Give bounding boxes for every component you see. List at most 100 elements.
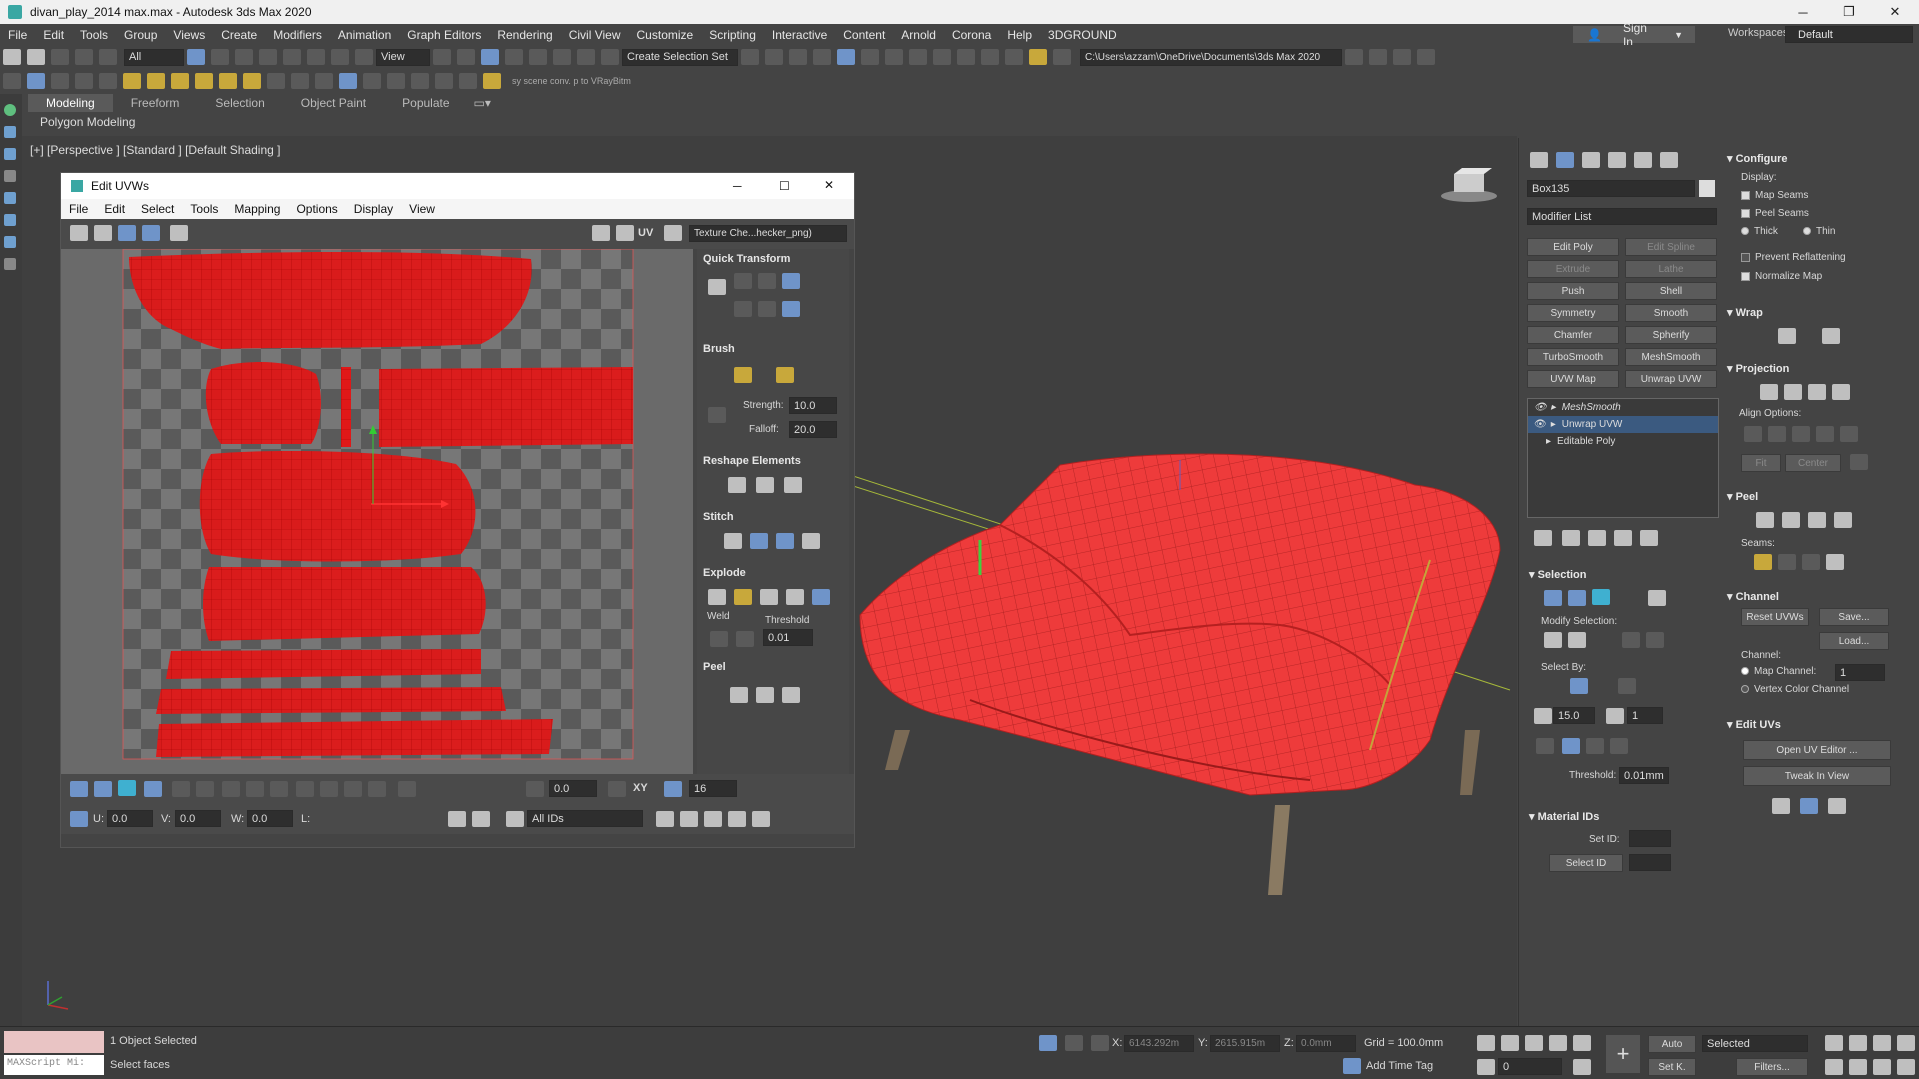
schematic-view-icon[interactable] bbox=[885, 49, 903, 65]
percent-snap-icon[interactable] bbox=[553, 49, 571, 65]
key-filter-dropdown[interactable]: Selected bbox=[1702, 1035, 1808, 1052]
space-horizontal-icon[interactable] bbox=[734, 301, 752, 317]
straighten-icon[interactable] bbox=[728, 477, 746, 493]
material-icon[interactable] bbox=[339, 73, 357, 89]
w-spinner[interactable]: 0.0 bbox=[247, 810, 293, 827]
grow-selection-icon[interactable] bbox=[172, 781, 190, 797]
strip-layer-icon[interactable] bbox=[4, 170, 16, 182]
shrink-icon[interactable] bbox=[1568, 632, 1586, 648]
mod-spherify-button[interactable]: Spherify bbox=[1625, 326, 1717, 344]
window-crossing-icon[interactable] bbox=[259, 49, 277, 65]
curve-editor-icon[interactable] bbox=[861, 49, 879, 65]
v-spinner[interactable]: 0.0 bbox=[175, 810, 221, 827]
uvw-menu-mapping[interactable]: Mapping bbox=[226, 202, 288, 216]
modify-panel-icon[interactable] bbox=[1556, 152, 1574, 168]
box-map-icon[interactable] bbox=[1832, 384, 1850, 400]
mod-lathe-button[interactable]: Lathe bbox=[1625, 260, 1717, 278]
planar-angle-icon[interactable] bbox=[1534, 708, 1552, 724]
menu-edit[interactable]: Edit bbox=[35, 28, 72, 42]
ring-select-icon[interactable] bbox=[1622, 632, 1640, 648]
object-color-swatch[interactable] bbox=[1699, 180, 1715, 197]
select-id-button[interactable]: Select ID bbox=[1549, 854, 1623, 872]
polygon-modeling-panel[interactable]: Polygon Modeling bbox=[28, 112, 1508, 132]
menu-scripting[interactable]: Scripting bbox=[701, 28, 764, 42]
uvw-show-map-icon[interactable] bbox=[616, 225, 634, 241]
flatten-icon[interactable] bbox=[734, 589, 752, 605]
convert-edge-seams-icon[interactable] bbox=[1802, 554, 1820, 570]
zoom-region-icon[interactable] bbox=[704, 811, 722, 827]
grid-snap-icon[interactable] bbox=[664, 781, 682, 797]
uvw-menu-edit[interactable]: Edit bbox=[96, 202, 133, 216]
menu-file[interactable]: File bbox=[0, 28, 35, 42]
peel-mode-icon[interactable] bbox=[756, 687, 774, 703]
sofa-3d-model[interactable] bbox=[850, 430, 1520, 910]
strip-light-icon[interactable] bbox=[4, 214, 16, 226]
snaps-toggle-icon[interactable] bbox=[505, 49, 523, 65]
explode-rollout[interactable]: Explode bbox=[703, 567, 746, 579]
modifier-icon[interactable] bbox=[363, 73, 381, 89]
uvw-options-icon[interactable] bbox=[664, 225, 682, 241]
uvw-menu-options[interactable]: Options bbox=[288, 202, 345, 216]
uvw-canvas[interactable] bbox=[61, 248, 693, 774]
lock-icon[interactable] bbox=[448, 811, 466, 827]
xy-toggle[interactable]: XY bbox=[633, 782, 648, 794]
spinner-snap-icon[interactable] bbox=[577, 49, 595, 65]
eye-icon[interactable]: 👁 bbox=[1534, 402, 1547, 413]
goto-end-icon[interactable] bbox=[1573, 1035, 1591, 1051]
maximize-button[interactable]: ❐ bbox=[1826, 0, 1872, 24]
select-manipulate-icon[interactable] bbox=[457, 49, 475, 65]
menu-tools[interactable]: Tools bbox=[72, 28, 116, 42]
peel-reset-panel-icon[interactable] bbox=[1808, 512, 1826, 528]
show-end-result-icon[interactable] bbox=[1562, 530, 1580, 546]
orbit-icon[interactable] bbox=[1873, 1059, 1891, 1075]
point-to-point-seams-icon[interactable] bbox=[1778, 554, 1796, 570]
spline-mapping-icon[interactable] bbox=[1778, 328, 1796, 344]
corona-icon[interactable] bbox=[411, 73, 429, 89]
peel-section-rollout[interactable]: ▾ Peel bbox=[1727, 490, 1758, 503]
tab-freeform[interactable]: Freeform bbox=[113, 94, 198, 112]
menu-rendering[interactable]: Rendering bbox=[489, 28, 560, 42]
prev-frame-icon[interactable] bbox=[1501, 1035, 1519, 1051]
sel-threshold-spinner[interactable]: 0.01mm bbox=[1619, 767, 1669, 784]
relax-icon[interactable] bbox=[756, 477, 774, 493]
edge-mode-icon[interactable] bbox=[94, 781, 112, 797]
workspace-dropdown[interactable]: Default bbox=[1785, 26, 1913, 43]
align-best-icon[interactable] bbox=[1816, 426, 1834, 442]
menu-3dground[interactable]: 3DGROUND bbox=[1040, 28, 1125, 42]
current-frame-spinner[interactable]: 0 bbox=[1498, 1058, 1562, 1075]
rotate-icon[interactable] bbox=[307, 49, 325, 65]
quick-peel-icon[interactable] bbox=[730, 687, 748, 703]
project-open-icon[interactable] bbox=[1417, 49, 1435, 65]
grid-icon[interactable] bbox=[75, 73, 93, 89]
maximize-viewport-icon[interactable] bbox=[1897, 1059, 1915, 1075]
stitch-rollout[interactable]: Stitch bbox=[703, 511, 734, 523]
grid-size-spinner[interactable]: 16 bbox=[689, 780, 737, 797]
space-vertical-icon[interactable] bbox=[758, 301, 776, 317]
set-key-icon[interactable]: + bbox=[1606, 1035, 1640, 1073]
angle-spinner[interactable]: 15.0 bbox=[1553, 707, 1595, 724]
auto-key-button[interactable]: Auto bbox=[1648, 1035, 1696, 1053]
project-new-icon[interactable] bbox=[1393, 49, 1411, 65]
freeze-icon[interactable] bbox=[506, 811, 524, 827]
minimize-button[interactable]: ─ bbox=[1780, 0, 1826, 24]
brush-icon[interactable] bbox=[99, 73, 117, 89]
strip-helper-icon[interactable] bbox=[4, 236, 16, 248]
menu-modifiers[interactable]: Modifiers bbox=[265, 28, 330, 42]
paint-brush-icon[interactable] bbox=[734, 367, 752, 383]
strip-create-icon[interactable] bbox=[4, 104, 16, 116]
prevent-reflattening-checkbox[interactable]: Prevent Reflattening bbox=[1741, 252, 1846, 263]
thin-radio[interactable]: Thin bbox=[1803, 226, 1835, 237]
selection-lock-icon[interactable] bbox=[1065, 1035, 1083, 1051]
pan-view-icon[interactable] bbox=[1849, 1059, 1867, 1075]
helper-icon[interactable] bbox=[315, 73, 333, 89]
refresh-icon[interactable] bbox=[459, 73, 477, 89]
mod-smooth-button[interactable]: Smooth bbox=[1625, 304, 1717, 322]
projection-rollout[interactable]: ▾ Projection bbox=[1727, 362, 1789, 375]
remove-modifier-icon[interactable] bbox=[1614, 530, 1632, 546]
pin-icon[interactable] bbox=[483, 73, 501, 89]
uvw-scale-icon[interactable] bbox=[118, 225, 136, 241]
loop-icon[interactable] bbox=[222, 781, 240, 797]
cone-icon[interactable] bbox=[195, 73, 213, 89]
mod-uvw-map-button[interactable]: UVW Map bbox=[1527, 370, 1619, 388]
open-uv-editor-button[interactable]: Open UV Editor ... bbox=[1743, 740, 1891, 760]
